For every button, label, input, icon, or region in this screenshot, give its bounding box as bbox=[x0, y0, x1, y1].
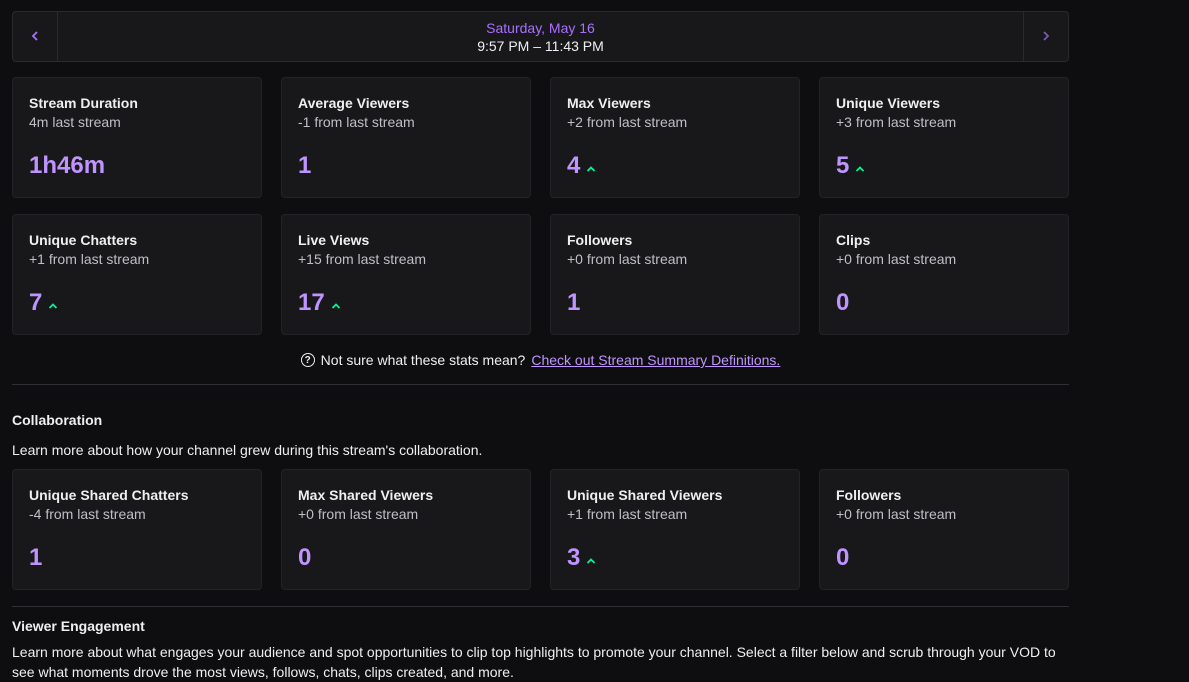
stream-summary: Saturday, May 16 9:57 PM – 11:43 PM Stre… bbox=[12, 11, 1069, 682]
stat-comparison: +0 from last stream bbox=[298, 506, 419, 522]
stat-title: Unique Shared Viewers bbox=[567, 487, 723, 503]
stat-value: 5 bbox=[836, 152, 850, 179]
date-navigator: Saturday, May 16 9:57 PM – 11:43 PM bbox=[12, 11, 1069, 62]
trend-up-icon bbox=[586, 553, 596, 564]
stat-value: 3 bbox=[567, 544, 581, 571]
trend-up-icon bbox=[48, 298, 58, 309]
stat-card-stream-duration: Stream Duration 4m last stream 1h46m bbox=[12, 77, 262, 198]
section-divider bbox=[12, 384, 1069, 385]
stat-comparison: +0 from last stream bbox=[836, 251, 957, 267]
chevron-left-icon bbox=[31, 28, 39, 46]
engagement-heading: Viewer Engagement bbox=[12, 618, 145, 634]
stats-row-2: Unique Chatters +1 from last stream 7 Li… bbox=[12, 214, 1069, 335]
stat-value: 1h46m bbox=[29, 152, 106, 179]
stat-title: Followers bbox=[836, 487, 902, 503]
stat-card-live-views: Live Views +15 from last stream 17 bbox=[281, 214, 531, 335]
stat-value: 0 bbox=[298, 544, 312, 571]
trend-up-icon bbox=[331, 298, 341, 309]
stream-date-range: Saturday, May 16 9:57 PM – 11:43 PM bbox=[58, 12, 1023, 61]
stat-value: 1 bbox=[29, 544, 43, 571]
stat-title: Max Shared Viewers bbox=[298, 487, 434, 503]
stats-help: ? Not sure what these stats mean? Check … bbox=[12, 352, 1069, 368]
trend-up-icon bbox=[586, 161, 596, 172]
stat-value: 0 bbox=[836, 289, 850, 316]
stat-comparison: +0 from last stream bbox=[567, 251, 688, 267]
stat-title: Average Viewers bbox=[298, 95, 410, 111]
stat-title: Followers bbox=[567, 232, 633, 248]
chevron-right-icon bbox=[1042, 28, 1050, 46]
stat-comparison: +1 from last stream bbox=[567, 506, 688, 522]
stat-title: Live Views bbox=[298, 232, 370, 248]
stat-card-unique-viewers: Unique Viewers +3 from last stream 5 bbox=[819, 77, 1069, 198]
stat-comparison: +3 from last stream bbox=[836, 114, 957, 130]
stat-card-unique-shared-viewers: Unique Shared Viewers +1 from last strea… bbox=[550, 469, 800, 590]
stat-card-unique-chatters: Unique Chatters +1 from last stream 7 bbox=[12, 214, 262, 335]
prev-stream-button[interactable] bbox=[13, 12, 58, 61]
stat-value: 4 bbox=[567, 152, 581, 179]
section-divider bbox=[12, 606, 1069, 607]
stat-comparison: +1 from last stream bbox=[29, 251, 150, 267]
stat-card-followers: Followers +0 from last stream 1 bbox=[550, 214, 800, 335]
stat-value: 7 bbox=[29, 289, 43, 316]
stat-title: Unique Viewers bbox=[836, 95, 941, 111]
stream-time-range: 9:57 PM – 11:43 PM bbox=[477, 37, 604, 54]
stats-row-1: Stream Duration 4m last stream 1h46m Ave… bbox=[12, 77, 1069, 198]
stream-date: Saturday, May 16 bbox=[486, 19, 595, 36]
stat-title: Stream Duration bbox=[29, 95, 138, 111]
stat-value: 0 bbox=[836, 544, 850, 571]
next-stream-button[interactable] bbox=[1023, 12, 1068, 61]
stat-card-unique-shared-chatters: Unique Shared Chatters -4 from last stre… bbox=[12, 469, 262, 590]
stat-comparison: -1 from last stream bbox=[298, 114, 415, 130]
stat-comparison: 4m last stream bbox=[29, 114, 121, 130]
stat-value: 1 bbox=[298, 152, 312, 179]
stat-card-shared-followers: Followers +0 from last stream 0 bbox=[819, 469, 1069, 590]
stat-title: Unique Chatters bbox=[29, 232, 138, 248]
stat-comparison: +0 from last stream bbox=[836, 506, 957, 522]
stat-comparison: +2 from last stream bbox=[567, 114, 688, 130]
stat-title: Clips bbox=[836, 232, 871, 248]
definitions-link[interactable]: Check out Stream Summary Definitions. bbox=[531, 352, 780, 368]
stat-comparison: -4 from last stream bbox=[29, 506, 146, 522]
collaboration-description: Learn more about how your channel grew d… bbox=[12, 442, 483, 458]
stat-comparison: +15 from last stream bbox=[298, 251, 426, 267]
collaboration-heading: Collaboration bbox=[12, 412, 103, 428]
collaboration-stats-row: Unique Shared Chatters -4 from last stre… bbox=[12, 469, 1069, 590]
stat-card-max-viewers: Max Viewers +2 from last stream 4 bbox=[550, 77, 800, 198]
trend-up-icon bbox=[855, 161, 865, 172]
stat-card-clips: Clips +0 from last stream 0 bbox=[819, 214, 1069, 335]
engagement-description: Learn more about what engages your audie… bbox=[12, 644, 1056, 680]
stat-card-average-viewers: Average Viewers -1 from last stream 1 bbox=[281, 77, 531, 198]
stat-title: Max Viewers bbox=[567, 95, 651, 111]
question-circle-icon: ? bbox=[300, 353, 315, 367]
stat-value: 17 bbox=[298, 289, 325, 316]
stat-card-max-shared-viewers: Max Shared Viewers +0 from last stream 0 bbox=[281, 469, 531, 590]
help-text: Not sure what these stats mean? bbox=[320, 352, 526, 368]
stat-value: 1 bbox=[567, 289, 581, 316]
stat-title: Unique Shared Chatters bbox=[29, 487, 189, 503]
